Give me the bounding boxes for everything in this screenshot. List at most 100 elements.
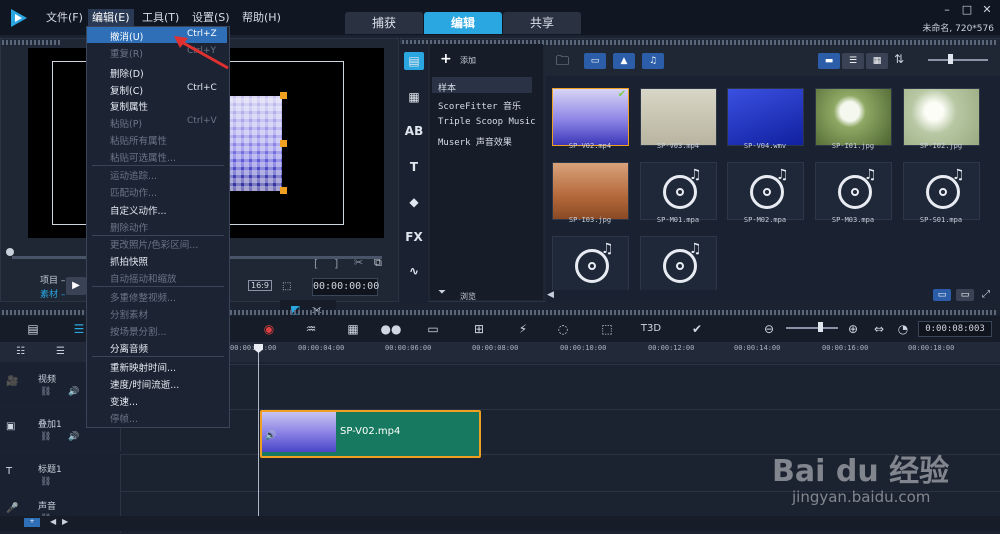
overlay-clip-preview[interactable] <box>228 96 282 191</box>
panel-grip[interactable] <box>2 40 62 45</box>
link-icon[interactable]: ⛓ <box>40 432 51 442</box>
library-scrollbar[interactable] <box>546 290 1000 302</box>
zoom-out-icon[interactable]: ⊖ <box>758 320 780 338</box>
close-icon[interactable]: ✕ <box>980 4 994 16</box>
edit-menu-item[interactable]: 抓拍快照 <box>110 254 148 268</box>
show-photo-icon[interactable]: ▲ <box>613 53 635 69</box>
mark-out-icon[interactable]: ] <box>334 257 338 270</box>
view-thumbnails-icon[interactable]: ▦ <box>866 53 888 69</box>
scrubber-thumb[interactable] <box>6 248 14 256</box>
mute-icon[interactable]: 🔊 <box>68 387 79 397</box>
instant-project-icon[interactable]: ▦ <box>404 88 424 106</box>
edit-menu-item[interactable]: 自定义动作... <box>110 203 167 217</box>
fx-icon[interactable]: FX <box>404 228 424 246</box>
graphics-icon[interactable]: ◆ <box>404 193 424 211</box>
folder-item[interactable]: ScoreFitter 音乐 <box>438 99 521 112</box>
media-thumbnail[interactable]: ✔ <box>552 88 629 146</box>
storyboard-view-icon[interactable]: ▤ <box>22 320 44 338</box>
edit-menu-item[interactable]: 删除(D) <box>110 66 144 80</box>
track-manager-icon[interactable]: ☷ <box>16 346 25 357</box>
path-icon[interactable]: ∿ <box>404 262 424 280</box>
menu-help[interactable]: 帮助(H) <box>238 9 285 27</box>
maximize-icon[interactable]: □ <box>960 4 974 16</box>
resize-handle[interactable] <box>280 187 287 194</box>
thumb-size-slider[interactable] <box>928 59 988 61</box>
mute-icon[interactable]: 🔊 <box>68 432 79 442</box>
edit-menu-item[interactable]: 撤消(U) <box>110 29 143 43</box>
multicam-icon[interactable]: ⊞ <box>468 320 490 338</box>
scroll-right-icon[interactable]: ▶ <box>62 517 68 526</box>
media-thumbnail[interactable]: ♫ <box>903 162 980 220</box>
preview-timecode[interactable]: 00:00:00:00 <box>312 278 379 296</box>
scroll-left-icon[interactable]: ◀ <box>547 290 554 300</box>
menu-tools[interactable]: 工具(T) <box>138 9 183 27</box>
zoom-in-icon[interactable]: ⊕ <box>842 320 864 338</box>
menu-edit[interactable]: 编辑(E) <box>88 9 134 27</box>
folder-item[interactable]: Muserk 声音效果 <box>438 135 512 148</box>
add-track-icon[interactable]: + <box>24 518 40 527</box>
folder-item[interactable]: Triple Scoop Music <box>438 117 536 127</box>
edit-menu-item[interactable]: 变速... <box>110 394 138 408</box>
view-list-icon[interactable]: ▬ <box>818 53 840 69</box>
edit-menu-item[interactable]: 复制(C) <box>110 83 143 97</box>
playhead[interactable] <box>258 352 259 531</box>
expand-icon[interactable]: ⤢ <box>982 289 990 300</box>
media-category-icon[interactable]: ▤ <box>404 52 424 70</box>
show-video-icon[interactable]: ▭ <box>584 53 606 69</box>
timeline-timecode[interactable]: 0:00:08:003 <box>918 321 992 337</box>
motion-icon[interactable]: ⚡ <box>512 320 534 338</box>
edit-menu-item[interactable]: 速度/时间流逝... <box>110 377 179 391</box>
clock-icon[interactable]: ◔ <box>892 320 914 338</box>
media-thumbnail[interactable]: ♫ <box>640 236 717 294</box>
split-clip-icon[interactable]: ✂ <box>354 256 363 269</box>
title-icon[interactable]: T <box>404 158 424 176</box>
thumb-size-slider-knob[interactable] <box>948 54 953 64</box>
fit-frame-icon[interactable]: ⬚ <box>596 320 618 338</box>
menu-file[interactable]: 文件(F) <box>42 9 87 27</box>
media-thumbnail[interactable]: ♫ <box>640 162 717 220</box>
3d-title-icon[interactable]: T3D <box>640 320 662 338</box>
media-thumbnail[interactable]: ♫ <box>727 162 804 220</box>
edit-menu-item[interactable]: 重新映射时间... <box>110 360 176 374</box>
crop-icon[interactable]: ⬚ <box>282 281 291 292</box>
show-audio-icon[interactable]: ♫ <box>642 53 664 69</box>
chapter-icon[interactable]: ☰ <box>56 346 65 357</box>
media-thumbnail[interactable]: ♫ <box>552 236 629 294</box>
media-thumbnail[interactable] <box>815 88 892 146</box>
menu-settings[interactable]: 设置(S) <box>188 9 234 27</box>
zoom-slider-knob[interactable] <box>818 322 823 332</box>
media-thumbnail[interactable] <box>727 88 804 146</box>
play-button[interactable]: ▶ <box>66 277 86 295</box>
add-folder-icon[interactable]: + <box>440 51 452 67</box>
add-folder-label[interactable]: 添加 <box>460 55 476 66</box>
resize-handle[interactable] <box>280 92 287 99</box>
mark-in-icon[interactable]: [ <box>314 257 318 270</box>
link-icon[interactable]: ⛓ <box>40 387 51 397</box>
subtitle-icon[interactable]: ▭ <box>422 320 444 338</box>
minimize-icon[interactable]: – <box>940 4 954 16</box>
audio-wave-icon[interactable]: ♒ <box>300 320 322 338</box>
edit-menu-item[interactable]: 分离音频 <box>110 341 148 355</box>
browse-icon[interactable]: ⏷ <box>438 287 446 298</box>
transition-icon[interactable]: AB <box>404 122 424 140</box>
media-thumbnail[interactable] <box>640 88 717 146</box>
color-grading-icon[interactable]: ◉ <box>258 320 280 338</box>
label-project[interactable]: 项目 – <box>40 273 65 286</box>
folder-item[interactable]: 样本 <box>438 81 456 94</box>
tab-edit[interactable]: 编辑 <box>424 12 502 34</box>
mask-icon[interactable]: ✔ <box>686 320 708 338</box>
link-icon[interactable]: ⛓ <box>40 477 51 487</box>
view-details-icon[interactable]: ☰ <box>842 53 864 69</box>
sort-icon[interactable]: ⇅ <box>894 52 904 66</box>
import-media-icon[interactable]: 🗀 <box>556 52 569 74</box>
blend-icon[interactable]: ●● <box>380 320 402 338</box>
browse-label[interactable]: 浏览 <box>460 291 476 302</box>
fit-timeline-icon[interactable]: ⇔ <box>868 320 890 338</box>
tab-share[interactable]: 共享 <box>503 12 581 34</box>
resize-handle[interactable] <box>280 140 287 147</box>
options-icon[interactable]: ▭ <box>933 289 951 301</box>
zoom-slider[interactable] <box>786 327 838 329</box>
media-thumbnail[interactable]: ♫ <box>815 162 892 220</box>
filmstrip-icon[interactable]: ▦ <box>342 320 364 338</box>
edit-menu-item[interactable]: 复制属性 <box>110 99 148 113</box>
